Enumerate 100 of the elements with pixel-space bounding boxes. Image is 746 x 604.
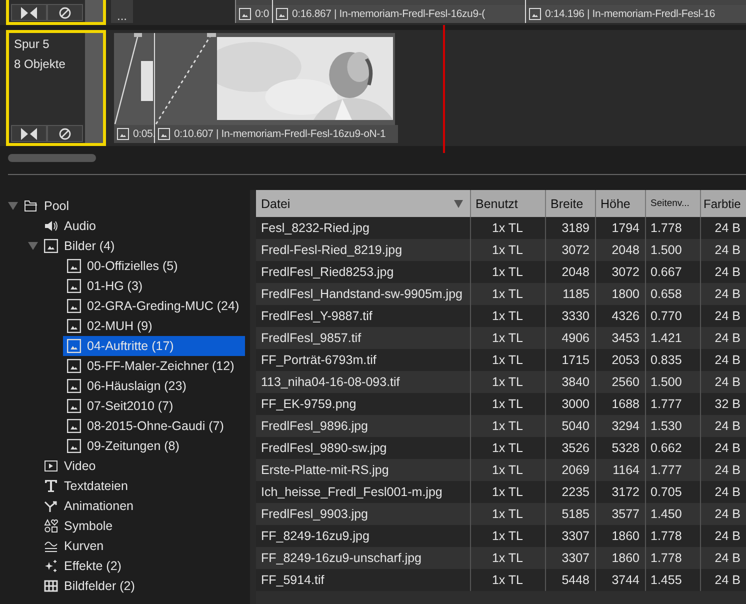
tree-item[interactable]: 05-FF-Maler-Zeichner (12): [63, 356, 245, 376]
clip[interactable]: 0:16.867 | In-memoriam-Fredl-Fesl-16zu9-(: [272, 0, 525, 23]
tree-item[interactable]: Symbole: [64, 519, 113, 533]
table-cell: 1794: [595, 217, 645, 239]
table-cell: 1x TL: [470, 217, 545, 239]
tree-item[interactable]: Audio: [64, 219, 96, 233]
table-cell: 1x TL: [470, 459, 545, 481]
tree-item[interactable]: 02-GRA-Greding-MUC (24): [63, 296, 245, 316]
column-header[interactable]: Farbtie: [700, 190, 746, 217]
table-cell: 1x TL: [470, 327, 545, 349]
tree-item[interactable]: Bildfelder (2): [64, 579, 135, 593]
image-icon: [67, 439, 81, 453]
clip[interactable]: 0:0: [235, 0, 272, 23]
image-icon: [67, 419, 81, 433]
tree-item[interactable]: 02-MUH (9): [63, 316, 245, 336]
table-cell: 24 B: [700, 261, 746, 283]
table-cell: 1x TL: [470, 349, 545, 371]
table-cell: FF_5914.tif: [256, 569, 470, 591]
object-count: 8 Objekte: [13, 56, 66, 73]
image-icon: [67, 359, 81, 373]
image-icon: [44, 239, 58, 253]
play-icon: [44, 459, 58, 473]
table-cell: Erste-Platte-mit-RS.jpg: [256, 459, 470, 481]
clip[interactable]: 0:14.196 | In-memoriam-Fredl-Fesl-16: [525, 0, 746, 23]
table-cell: FredlFesl_9896.jpg: [256, 415, 470, 437]
tree-item[interactable]: 08-2015-Ohne-Gaudi (7): [63, 416, 245, 436]
image-icon: [276, 8, 288, 20]
image-clip[interactable]: 0:10.607 | In-memoriam-Fredl-Fesl-16zu9-oN-1: [154, 33, 395, 143]
image-icon: [529, 8, 541, 20]
clip-label: 0:05.: [133, 128, 156, 140]
table-cell: 1x TL: [470, 569, 545, 591]
image-icon: [67, 379, 81, 393]
table-cell: 1.500: [645, 239, 700, 261]
tree-item[interactable]: 01-HG (3): [63, 276, 245, 296]
prohibited-icon: [59, 6, 71, 18]
table-cell: 3744: [595, 569, 645, 591]
text-icon: [44, 479, 58, 493]
bowtie-icon: [21, 6, 37, 18]
tree-item[interactable]: Effekte (2): [64, 559, 122, 573]
tree-item[interactable]: 06-Häuslaign (23): [63, 376, 245, 396]
scrollbar-thumb[interactable]: [8, 154, 96, 162]
table-cell: 0.658: [645, 283, 700, 305]
expanded-arrow-icon[interactable]: [28, 241, 38, 251]
table-cell: 3072: [545, 239, 595, 261]
track-header[interactable]: Spur 5 8 Objekte: [6, 30, 106, 146]
column-header[interactable]: Höhe: [595, 190, 645, 217]
table-cell: Fredl-Fesl-Ried_8219.jpg: [256, 239, 470, 261]
table-cell: 5040: [545, 415, 595, 437]
table-cell: 1715: [545, 349, 595, 371]
folder-icon: [24, 200, 38, 212]
table-cell: 3307: [545, 547, 595, 569]
tree-item[interactable]: Pool: [44, 199, 70, 213]
table-cell: 1.777: [645, 459, 700, 481]
image-icon: [67, 279, 81, 293]
table-cell: 1x TL: [470, 415, 545, 437]
table-cell: 24 B: [700, 459, 746, 481]
table-cell: 1.450: [645, 503, 700, 525]
table-cell: 1.778: [645, 525, 700, 547]
column-header[interactable]: Breite: [545, 190, 595, 217]
tree-item[interactable]: Video: [64, 459, 96, 473]
table-cell: 1x TL: [470, 503, 545, 525]
tree-item[interactable]: Bilder (4): [64, 239, 115, 253]
clip-label: 0:0: [255, 8, 269, 20]
column-header[interactable]: Seitenv...: [645, 190, 700, 217]
table-cell: 1x TL: [470, 437, 545, 459]
sparkle-icon: [44, 559, 58, 573]
table-cell: 4906: [545, 327, 595, 349]
table-cell: FF_EK-9759.png: [256, 393, 470, 415]
table-cell: 3189: [545, 217, 595, 239]
table-cell: 2069: [545, 459, 595, 481]
column-header[interactable]: Datei: [256, 190, 470, 217]
tree-item[interactable]: 04-Auftritte (17): [63, 336, 245, 356]
tree-item[interactable]: 07-Seit2010 (7): [63, 396, 245, 416]
table-cell: 1x TL: [470, 283, 545, 305]
track-handle[interactable]: [85, 0, 103, 22]
more-button[interactable]: ...: [111, 0, 133, 23]
transition-clip[interactable]: 0:05.: [114, 33, 154, 143]
column-header[interactable]: Benutzt: [470, 190, 545, 217]
track-handle[interactable]: [85, 33, 103, 143]
table-cell: 0.770: [645, 305, 700, 327]
table-cell: 1.777: [645, 393, 700, 415]
tree-item[interactable]: Textdateien: [64, 479, 128, 493]
image-icon: [117, 128, 129, 140]
expanded-arrow-icon[interactable]: [8, 201, 18, 211]
table-cell: FF_8249-16zu9-unscharf.jpg: [256, 547, 470, 569]
table-cell: 3172: [595, 481, 645, 503]
tree-item[interactable]: Kurven: [64, 539, 104, 553]
image-icon: [67, 259, 81, 273]
table-cell: 1x TL: [470, 261, 545, 283]
image-icon: [67, 399, 81, 413]
image-icon: [67, 339, 81, 353]
table-cell: 24 B: [700, 525, 746, 547]
tree-item[interactable]: Animationen: [64, 499, 134, 513]
tree-item[interactable]: 09-Zeitungen (8): [63, 436, 245, 456]
table-cell: 0.705: [645, 481, 700, 503]
table-cell: 1x TL: [470, 305, 545, 327]
table-cell: 24 B: [700, 371, 746, 393]
table-cell: FredlFesl_Y-9887.tif: [256, 305, 470, 327]
table-cell: 24 B: [700, 327, 746, 349]
tree-item[interactable]: 00-Offizielles (5): [63, 256, 245, 276]
